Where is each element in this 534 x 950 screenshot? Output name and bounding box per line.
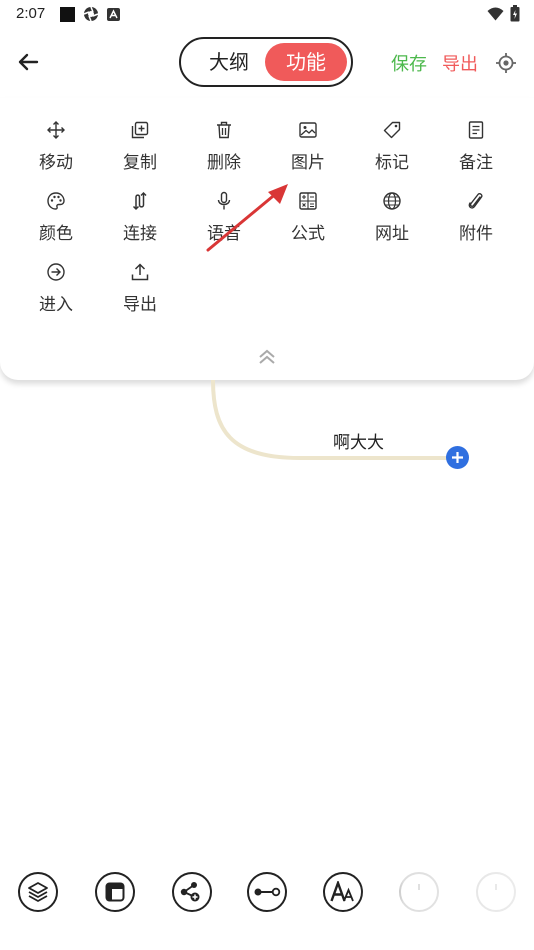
status-time: 2:07	[16, 5, 46, 22]
tool-url[interactable]: 网址	[350, 169, 434, 244]
layout-button[interactable]	[95, 872, 135, 912]
tool-delete[interactable]: 删除	[182, 98, 266, 173]
tool-move[interactable]: 移动	[14, 98, 98, 173]
upload-icon	[131, 263, 149, 281]
status-notification-icons	[60, 6, 120, 22]
note-icon	[468, 121, 484, 139]
mindmap-canvas[interactable]: 啊大大	[0, 380, 534, 860]
image-icon	[299, 122, 317, 138]
back-button[interactable]	[14, 48, 42, 76]
status-bar: 2:07	[0, 0, 534, 28]
copy-icon	[131, 121, 149, 139]
connector-icon	[254, 887, 281, 897]
tool-attachment[interactable]: 附件	[434, 169, 518, 244]
tool-tag[interactable]: 标记	[350, 98, 434, 173]
layers-icon	[28, 882, 48, 902]
tool-color[interactable]: 颜色	[14, 169, 98, 244]
add-node-button[interactable]	[446, 446, 469, 469]
battery-icon	[510, 5, 520, 22]
tool-export[interactable]: 导出	[98, 240, 182, 315]
aperture-icon	[83, 6, 99, 22]
target-icon[interactable]	[495, 52, 517, 74]
layers-button[interactable]	[18, 872, 58, 912]
tool-label: 进入	[39, 295, 73, 315]
move-icon	[47, 121, 65, 139]
plus-icon	[452, 452, 463, 463]
tab-functions[interactable]: 功能	[265, 43, 347, 81]
layout-icon	[105, 882, 125, 902]
mindmap-node[interactable]: 啊大大	[333, 428, 384, 453]
annotation-arrow	[206, 184, 288, 252]
tool-connect[interactable]: 连接	[98, 169, 182, 244]
tool-image[interactable]: 图片	[266, 98, 350, 173]
tab-outline[interactable]: 大纲	[189, 39, 269, 85]
structure-icon	[180, 882, 200, 902]
font-button[interactable]	[323, 872, 363, 912]
tool-note[interactable]: 备注	[434, 98, 518, 173]
tool-label: 网址	[375, 224, 409, 244]
collapse-chevron-icon[interactable]	[255, 348, 279, 366]
arrow-left-icon	[18, 53, 39, 71]
tool-label: 导出	[123, 295, 157, 315]
system-icons	[487, 5, 520, 22]
paperclip-icon	[468, 193, 483, 209]
toolbar-fade-overlay	[360, 860, 534, 950]
trash-icon	[217, 121, 231, 139]
tool-label: 附件	[459, 224, 493, 244]
top-header: 大纲 功能 保存 导出	[0, 28, 534, 98]
save-button[interactable]: 保存	[391, 50, 427, 76]
tool-copy[interactable]: 复制	[98, 98, 182, 173]
export-button[interactable]: 导出	[442, 50, 478, 76]
globe-icon	[383, 192, 401, 210]
font-icon	[330, 881, 354, 902]
branch-line	[211, 380, 448, 460]
font-a-icon	[107, 7, 120, 21]
square-icon	[60, 6, 75, 22]
tag-icon	[383, 121, 401, 139]
wifi-icon	[487, 7, 504, 20]
tool-enter[interactable]: 进入	[14, 240, 98, 315]
structure-button[interactable]	[172, 872, 212, 912]
connector-button[interactable]	[247, 872, 287, 912]
mode-toggle: 大纲 功能	[179, 37, 353, 87]
enter-icon	[47, 263, 65, 281]
palette-icon	[47, 192, 65, 210]
link-icon	[132, 191, 147, 211]
formula-icon	[299, 192, 317, 210]
